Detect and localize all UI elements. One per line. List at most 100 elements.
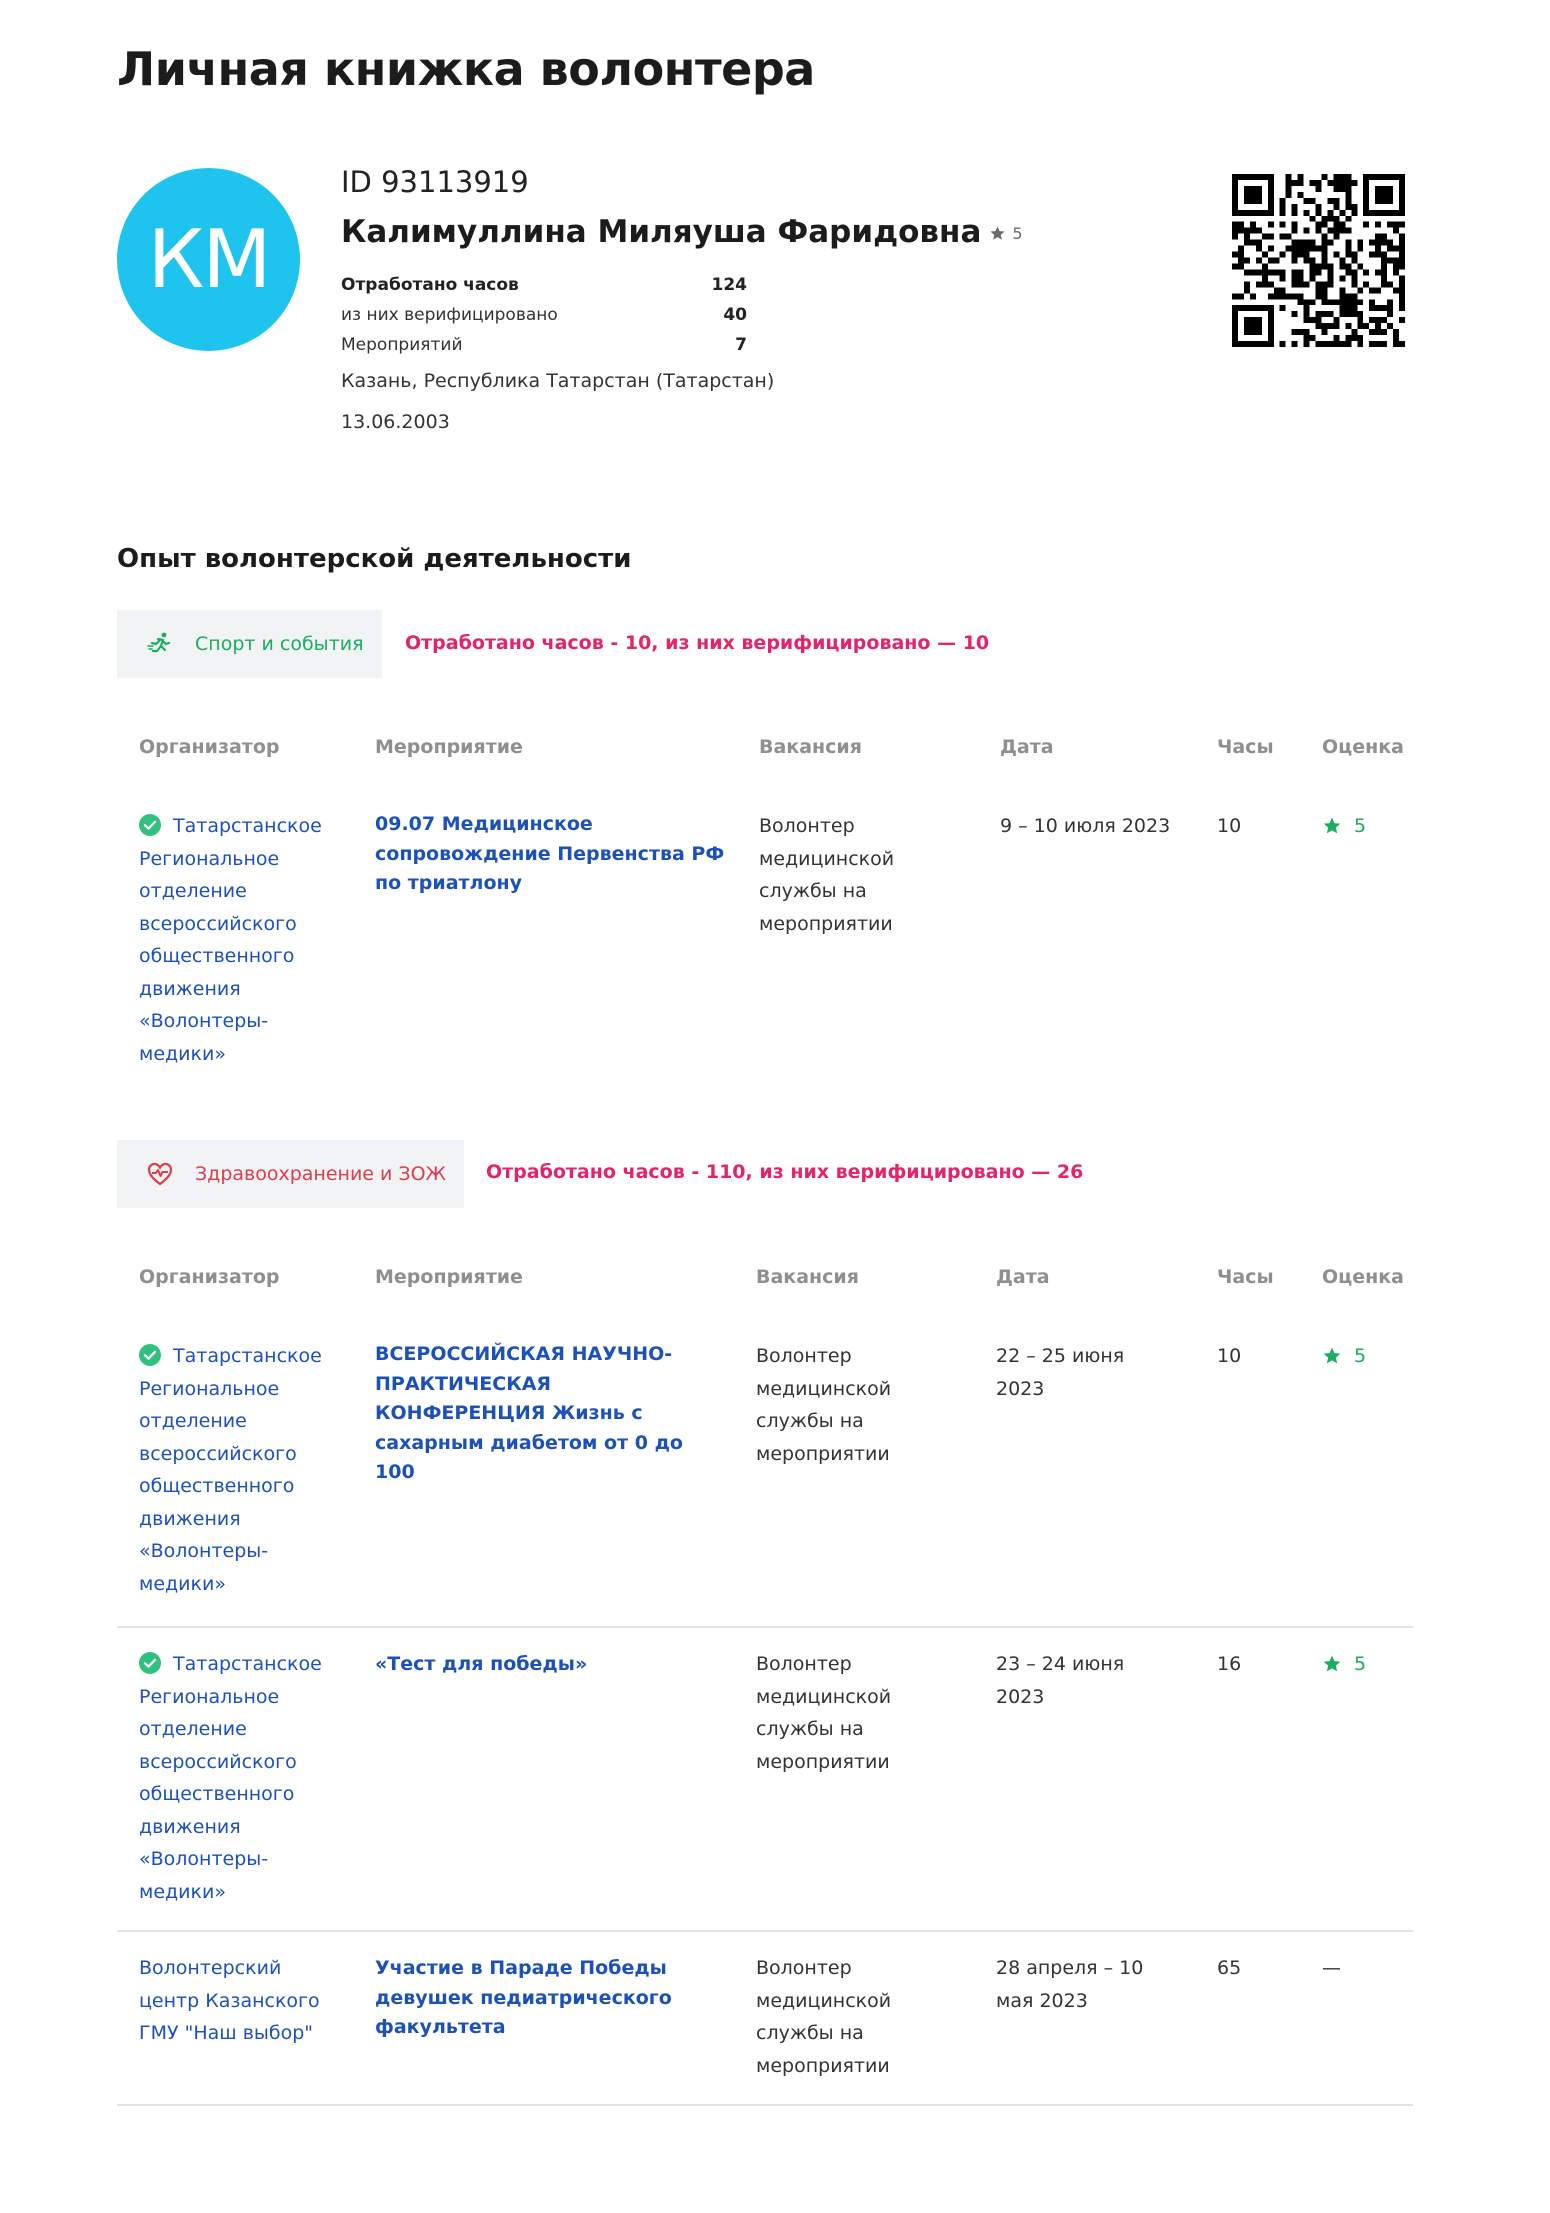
qr-module — [1339, 293, 1346, 300]
category-name: Здравоохранение и ЗОЖ — [195, 1163, 447, 1185]
qr-module — [1345, 305, 1352, 312]
star-icon — [1323, 817, 1341, 834]
qr-module — [1399, 275, 1405, 282]
qr-module — [1237, 221, 1244, 228]
qr-module — [1249, 191, 1256, 198]
qr-module — [1303, 257, 1310, 264]
qr-module — [1237, 257, 1244, 264]
qr-module — [1387, 245, 1394, 252]
qr-module — [1387, 281, 1394, 288]
qr-module — [1309, 179, 1316, 186]
organizer-cell[interactable]: Волонтерский центр Казанского ГМУ "Наш в… — [139, 1952, 324, 2050]
qr-module — [1327, 239, 1334, 246]
qr-module — [1381, 281, 1388, 288]
qr-module — [1249, 239, 1256, 246]
qr-module — [1249, 329, 1256, 336]
qr-module — [1285, 185, 1292, 192]
qr-module — [1351, 257, 1358, 264]
qr-module — [1291, 251, 1298, 258]
qr-module — [1243, 341, 1250, 347]
qr-module — [1267, 185, 1274, 192]
hours-cell: 10 — [1217, 1345, 1242, 1367]
qr-module — [1393, 221, 1400, 228]
event-link[interactable]: «Тест для победы» — [375, 1650, 715, 1680]
qr-module — [1255, 317, 1262, 324]
qr-module — [1267, 305, 1274, 312]
qr-module — [1387, 323, 1394, 330]
organizer-name: Татарстанское Региональное отделение все… — [139, 1653, 322, 1903]
qr-module — [1399, 293, 1405, 300]
qr-module — [1399, 221, 1405, 228]
qr-module — [1291, 227, 1298, 234]
qr-module — [1381, 263, 1388, 270]
qr-module — [1393, 245, 1400, 252]
qr-module — [1333, 317, 1340, 324]
qr-module — [1297, 245, 1304, 252]
qr-module — [1333, 299, 1340, 306]
qr-module — [1303, 281, 1310, 288]
qr-module — [1303, 311, 1310, 318]
qr-module — [1232, 209, 1238, 216]
column-header-organizer: Организатор — [139, 1266, 280, 1288]
qr-module — [1309, 197, 1316, 204]
vacancy-cell: Волонтер медицинской службы на мероприят… — [756, 1345, 892, 1465]
qr-module — [1279, 269, 1286, 276]
event-link[interactable]: ВСЕРОССИЙСКАЯ НАУЧНО-ПРАКТИЧЕСКАЯ КОНФЕР… — [375, 1340, 715, 1488]
qr-module — [1369, 251, 1376, 258]
qr-module — [1243, 209, 1250, 216]
organizer-cell[interactable]: Татарстанское Региональное отделение все… — [139, 1648, 339, 1908]
qr-module — [1279, 209, 1286, 216]
qr-module — [1381, 239, 1388, 246]
qr-module — [1345, 215, 1352, 222]
qr-module — [1345, 341, 1352, 347]
stat-label: Отработано часов — [341, 275, 519, 295]
qr-module — [1399, 203, 1405, 210]
qr-module — [1375, 221, 1382, 228]
qr-module — [1321, 174, 1328, 180]
column-header-grade: Оценка — [1322, 1266, 1404, 1288]
date-cell: 23 – 24 июня 2023 — [996, 1653, 1125, 1708]
volunteer-book-page: Личная книжка волонтера КМ ID 93113919 К… — [0, 0, 1550, 2213]
qr-module — [1321, 251, 1328, 258]
qr-module — [1339, 209, 1346, 216]
qr-module — [1399, 263, 1405, 270]
grade-cell: 5 — [1322, 1340, 1366, 1373]
qr-module — [1333, 233, 1340, 240]
qr-module — [1297, 293, 1304, 300]
qr-module — [1255, 197, 1262, 204]
qr-module — [1381, 257, 1388, 264]
qr-module — [1363, 323, 1370, 330]
event-link[interactable]: Участие в Параде Победы девушек педиатри… — [375, 1954, 725, 2043]
qr-module — [1333, 179, 1340, 186]
qr-module — [1267, 281, 1274, 288]
qr-module — [1267, 341, 1274, 347]
qr-module — [1291, 203, 1298, 210]
organizer-cell[interactable]: Татарстанское Региональное отделение все… — [139, 810, 339, 1070]
qr-module — [1303, 329, 1310, 336]
qr-module — [1237, 174, 1244, 180]
vacancy-cell: Волонтер медицинской службы на мероприят… — [756, 1957, 892, 2077]
qr-module — [1321, 323, 1328, 330]
organizer-cell[interactable]: Татарстанское Региональное отделение все… — [139, 1340, 339, 1600]
qr-module — [1375, 191, 1382, 198]
qr-module — [1249, 341, 1256, 347]
qr-module — [1273, 269, 1280, 276]
organizer-name: Татарстанское Региональное отделение все… — [139, 1345, 322, 1595]
qr-module — [1237, 305, 1244, 312]
qr-module — [1232, 329, 1238, 336]
date-cell: 22 – 25 июня 2023 — [996, 1345, 1125, 1400]
qr-module — [1399, 317, 1405, 324]
qr-module — [1261, 305, 1268, 312]
qr-module — [1363, 209, 1370, 216]
qr-module — [1309, 239, 1316, 246]
qr-module — [1315, 221, 1322, 228]
column-header-date: Дата — [1000, 736, 1054, 758]
column-header-date: Дата — [996, 1266, 1050, 1288]
star-icon — [990, 226, 1005, 240]
qr-module — [1321, 299, 1328, 306]
qr-module — [1381, 174, 1388, 180]
qr-module — [1279, 221, 1286, 228]
event-link[interactable]: 09.07 Медицинское сопровождение Первенст… — [375, 810, 725, 899]
qr-module — [1333, 221, 1340, 228]
qr-module — [1375, 305, 1382, 312]
